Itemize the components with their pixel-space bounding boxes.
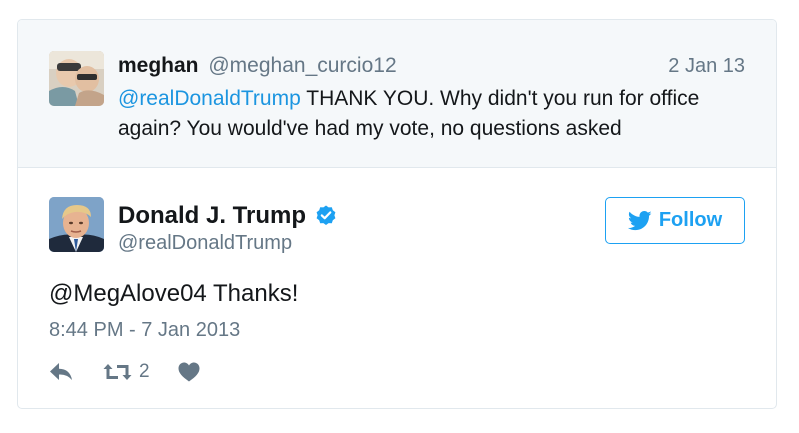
retweet-icon (103, 364, 132, 380)
verified-badge-icon (314, 204, 338, 228)
quoted-tweet-text: @realDonaldTrump THANK YOU. Why didn't y… (118, 84, 738, 144)
avatar-photo (49, 51, 104, 106)
twitter-bird-icon (627, 210, 652, 231)
retweet-count: 2 (139, 361, 150, 382)
quoted-author-name[interactable]: meghan (118, 54, 199, 77)
avatar-photo (49, 197, 104, 252)
main-author-name[interactable]: Donald J. Trump (118, 202, 306, 230)
retweet-action[interactable]: 2 (103, 361, 150, 383)
reply-action[interactable] (49, 362, 74, 382)
follow-button-label: Follow (658, 209, 723, 231)
quoted-date[interactable]: 2 Jan 13 (668, 55, 745, 78)
quoted-author-handle[interactable]: @meghan_curcio12 (208, 54, 396, 77)
main-author-handle[interactable]: @realDonaldTrump (118, 232, 292, 255)
meghan-avatar[interactable] (49, 51, 104, 106)
main-tweet-timestamp[interactable]: 8:44 PM - 7 Jan 2013 (49, 319, 240, 342)
tweet-card: meghan @meghan_curcio12 2 Jan 13 @realDo… (17, 19, 777, 409)
in-reply-to-tweet[interactable]: meghan @meghan_curcio12 2 Jan 13 @realDo… (18, 20, 776, 168)
main-author-name-row: Donald J. Trump (118, 202, 338, 230)
reply-icon (50, 363, 72, 380)
like-action[interactable] (178, 362, 200, 382)
main-tweet-text: @MegAlove04 Thanks! (49, 280, 299, 307)
heart-icon (178, 362, 200, 382)
tweet-actions: 2 (49, 360, 200, 384)
quoted-mention-link[interactable]: @realDonaldTrump (118, 87, 301, 110)
follow-button[interactable]: Follow (605, 197, 745, 244)
trump-avatar[interactable] (49, 197, 104, 252)
quoted-header: meghan @meghan_curcio12 (118, 53, 397, 79)
